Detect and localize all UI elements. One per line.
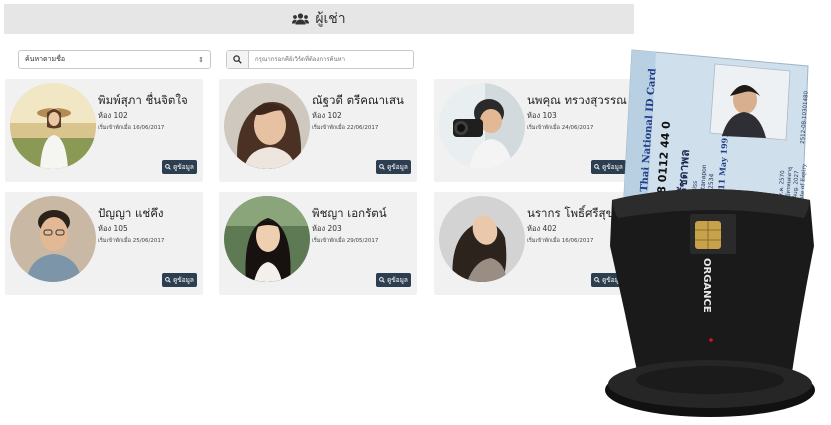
page-title: ผู้เช่า <box>315 11 346 27</box>
view-info-button[interactable]: ดูข้อมูล <box>376 160 411 174</box>
id-card-reader-image: Thai National ID Card 8 0112 44 0 รัชดาพ… <box>598 44 831 425</box>
search-input[interactable] <box>249 51 413 68</box>
view-info-label: ดูข้อมูล <box>173 163 194 171</box>
tenant-card: พิมพ์สุภา ชื่นจิตใจ ห้อง 102 เริ่มเข้าพั… <box>5 79 203 182</box>
tenant-photo <box>224 83 310 169</box>
led-indicator <box>709 338 713 342</box>
tenant-name: ปัญญา แช่คึง <box>98 206 164 220</box>
tenant-room: ห้อง 402 <box>527 224 557 233</box>
search-icon[interactable] <box>227 51 249 68</box>
card-reader-device: ORGANCE <box>605 189 815 417</box>
tenant-since: เริ่มเข้าพักเมื่อ 16/06/2017 <box>98 125 165 131</box>
tenant-since: เริ่มเข้าพักเมื่อ 25/06/2017 <box>98 238 165 244</box>
view-info-label: ดูข้อมูล <box>387 276 408 284</box>
view-info-button[interactable]: ดูข้อมูล <box>376 273 411 287</box>
tenant-card: พิชญา เอกรัตน์ ห้อง 203 เริ่มเข้าพักเมื่… <box>219 192 417 295</box>
tenant-since: เริ่มเข้าพักเมื่อ 16/06/2017 <box>527 238 594 244</box>
tenant-room: ห้อง 203 <box>312 224 342 233</box>
tenant-since: เริ่มเข้าพักเมื่อ 29/05/2017 <box>312 238 379 244</box>
search-icon <box>379 277 385 283</box>
tenant-photo <box>10 83 96 169</box>
tenant-room: ห้อง 102 <box>312 111 342 120</box>
tenant-name: พิชญา เอกรัตน์ <box>312 206 387 220</box>
tenant-room: ห้อง 105 <box>98 224 128 233</box>
tenant-photo <box>10 196 96 282</box>
view-info-label: ดูข้อมูล <box>173 276 194 284</box>
tenant-since: เริ่มเข้าพักเมื่อ 24/06/2017 <box>527 125 594 131</box>
sort-select-label: ค้นหาตามชื่อ <box>25 55 66 63</box>
search-box <box>226 50 414 69</box>
tenant-since: เริ่มเข้าพักเมื่อ 22/06/2017 <box>312 125 379 131</box>
search-icon <box>165 164 171 170</box>
tenant-photo <box>439 196 525 282</box>
search-icon <box>379 164 385 170</box>
view-info-label: ดูข้อมูล <box>387 163 408 171</box>
reader-brand: ORGANCE <box>701 258 712 313</box>
tenant-card: ปัญญา แช่คึง ห้อง 105 เริ่มเข้าพักเมื่อ … <box>5 192 203 295</box>
tenant-name: พิมพ์สุภา ชื่นจิตใจ <box>98 93 188 107</box>
sort-select[interactable]: ค้นหาตามชื่อ ⇕ <box>18 50 211 69</box>
view-info-button[interactable]: ดูข้อมูล <box>162 273 197 287</box>
users-icon <box>292 13 310 25</box>
tenant-room: ห้อง 102 <box>98 111 128 120</box>
page-header: ผู้เช่า <box>4 4 634 34</box>
tenant-room: ห้อง 103 <box>527 111 557 120</box>
tenant-card: ณัฐวดี ตรีคณาเสน ห้อง 102 เริ่มเข้าพักเม… <box>219 79 417 182</box>
tenant-photo <box>224 196 310 282</box>
tenant-photo <box>439 83 525 169</box>
view-info-button[interactable]: ดูข้อมูล <box>162 160 197 174</box>
tenant-name: ณัฐวดี ตรีคณาเสน <box>312 93 404 107</box>
search-icon <box>165 277 171 283</box>
select-caret-icon: ⇕ <box>198 55 204 64</box>
